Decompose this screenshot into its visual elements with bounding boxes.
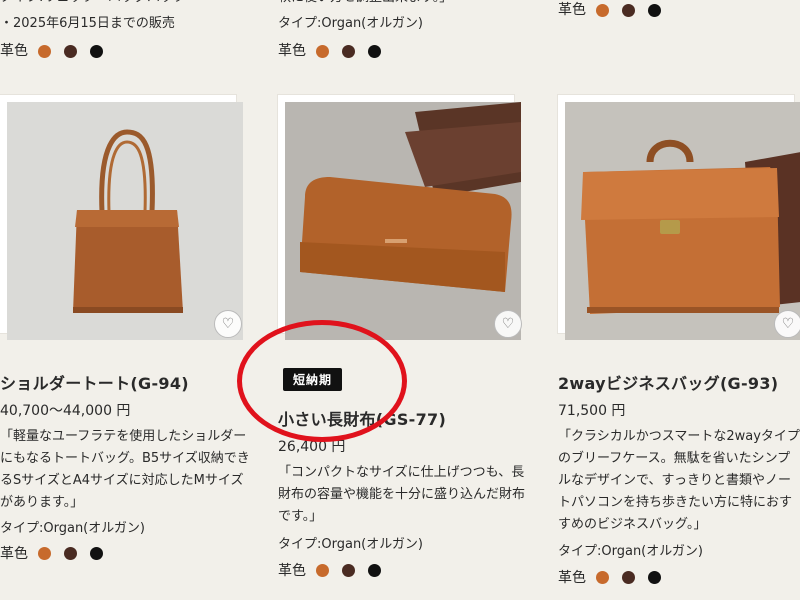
product-image-business-bag[interactable] (565, 102, 800, 340)
heart-icon: ♡ (781, 316, 795, 332)
swatch-black[interactable] (368, 563, 381, 577)
swatch-black[interactable] (90, 44, 103, 58)
swatch-brown[interactable] (342, 44, 355, 58)
favorite-button[interactable]: ♡ (774, 310, 800, 338)
top-right-colors: 革色 (558, 0, 674, 20)
swatch-tan[interactable] (596, 3, 609, 17)
product-price: 71,500 円 (558, 403, 626, 419)
product-image-wallet[interactable] (285, 102, 521, 340)
top-middle-type: タイプ:Organ(オルガン) (278, 16, 423, 31)
product-colors: 革色 (278, 560, 394, 580)
product-price: 40,700〜44,000 円 (0, 403, 131, 419)
top-left-colors: 革色 (0, 41, 116, 61)
product-type: タイプ:Organ(オルガン) (278, 537, 423, 552)
favorite-button[interactable]: ♡ (214, 310, 242, 338)
swatch-tan[interactable] (316, 44, 329, 58)
swatch-brown[interactable] (64, 546, 77, 560)
heart-icon: ♡ (501, 316, 515, 332)
swatch-brown[interactable] (622, 570, 635, 584)
product-colors: 革色 (0, 543, 116, 563)
swatch-tan[interactable] (596, 570, 609, 584)
product-image-frame[interactable] (278, 95, 521, 340)
swatch-black[interactable] (648, 3, 661, 17)
color-label: 革色 (278, 43, 306, 59)
heart-icon: ♡ (221, 316, 235, 332)
product-image-tote[interactable] (7, 102, 243, 340)
swatch-brown[interactable] (622, 3, 635, 17)
color-label: 革色 (0, 546, 28, 562)
product-title[interactable]: ショルダートート(G-94) (0, 370, 189, 394)
color-label: 革色 (278, 563, 306, 579)
product-type: タイプ:Organ(オルガン) (558, 544, 703, 559)
product-colors: 革色 (558, 567, 674, 587)
swatch-tan[interactable] (316, 563, 329, 577)
swatch-black[interactable] (368, 44, 381, 58)
color-label: 革色 (0, 43, 28, 59)
highlight-circle-annotation (237, 320, 407, 442)
product-title[interactable]: 2wayビジネスバッグ(G-93) (558, 370, 778, 394)
color-label: 革色 (558, 570, 586, 586)
swatch-brown[interactable] (342, 563, 355, 577)
top-middle-desc: 軟に使い方を調整出来ます。」 (278, 0, 452, 8)
top-left-note: ・2025年6月15日までの販売 (0, 16, 175, 31)
product-image-frame[interactable] (558, 95, 800, 340)
product-description: 「軽量なユーフラテを使用したショルダーにもなるトートバッグ。B5サイズ収納できる… (0, 429, 250, 510)
swatch-black[interactable] (648, 570, 661, 584)
swatch-black[interactable] (90, 546, 103, 560)
swatch-tan[interactable] (38, 546, 51, 560)
top-left-type: タイプ:リュック・バッグパック (0, 0, 186, 8)
product-description: 「コンパクトなサイズに仕上げつつも、長財布の容量や機能を十分に盛り込んだ財布です… (278, 465, 526, 524)
product-type: タイプ:Organ(オルガン) (0, 521, 145, 536)
top-middle-colors: 革色 (278, 41, 394, 61)
swatch-tan[interactable] (38, 44, 51, 58)
color-label: 革色 (558, 2, 586, 18)
product-image-frame[interactable] (0, 95, 243, 340)
favorite-button[interactable]: ♡ (494, 310, 522, 338)
product-description: 「クラシカルかつスマートな2wayタイプのブリーフケース。無駄を省いたシンプルな… (558, 429, 800, 532)
swatch-brown[interactable] (64, 44, 77, 58)
